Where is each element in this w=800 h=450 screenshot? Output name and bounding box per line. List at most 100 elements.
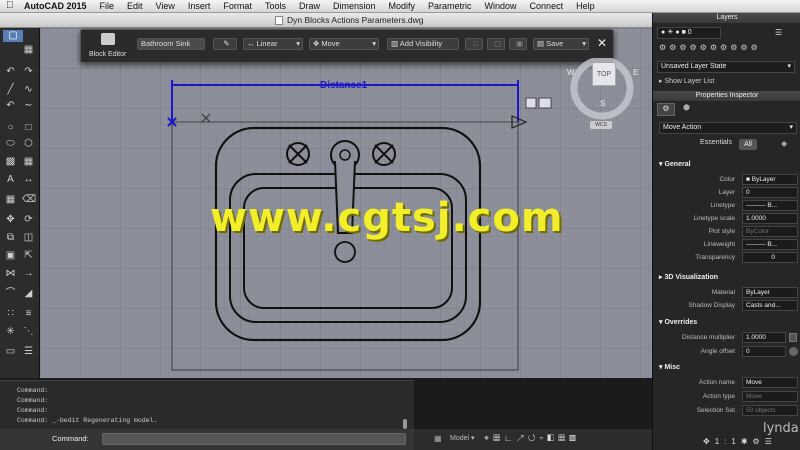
properties-icon[interactable]: ☰	[22, 346, 35, 358]
properties-tab-icon[interactable]: ⚙	[657, 103, 675, 116]
array-icon[interactable]: ∷	[4, 308, 17, 320]
menu-format[interactable]: Format	[223, 1, 252, 11]
menu-draw[interactable]: Draw	[299, 1, 320, 11]
rotate-icon[interactable]: ⟳	[22, 214, 35, 226]
chamfer-icon[interactable]: ◢	[22, 288, 35, 300]
save-button[interactable]: ▤ Save ▾	[533, 38, 589, 50]
offset-icon[interactable]: ≡	[22, 308, 35, 320]
layer-state-select[interactable]: Unsaved Layer State ▾	[657, 61, 795, 73]
prop-action-name-field[interactable]: Move	[742, 377, 798, 388]
circle-icon[interactable]: ○	[4, 122, 17, 134]
tab-essentials[interactable]: Essentials	[693, 139, 739, 150]
section-3d-visualization[interactable]: ▸ 3D Visualization	[659, 273, 718, 281]
show-layer-list[interactable]: ▸ Show Layer List	[659, 77, 714, 85]
region-icon[interactable]: ▦	[22, 156, 35, 168]
test-block-icon[interactable]: □	[465, 38, 483, 50]
menu-file[interactable]: File	[100, 1, 115, 11]
polyline-icon[interactable]: ∿	[22, 84, 35, 96]
menu-modify[interactable]: Modify	[389, 1, 416, 11]
prop-material-field[interactable]: ByLayer	[742, 287, 798, 298]
prop-angle-offset-field[interactable]: 0	[742, 346, 786, 357]
menu-window[interactable]: Window	[485, 1, 517, 11]
ellipse-icon[interactable]: ⬭	[4, 138, 17, 150]
table-icon[interactable]: ▦	[4, 194, 17, 206]
trim-icon[interactable]: ⋈	[4, 268, 17, 280]
copy-icon[interactable]: ⧉	[4, 232, 17, 244]
angle-pick-icon[interactable]	[789, 347, 798, 356]
menu-help[interactable]: Help	[576, 1, 595, 11]
attribute-icon[interactable]: ▣	[509, 38, 527, 50]
select-tool-icon[interactable]: ▢	[3, 30, 23, 42]
selection-dropdown[interactable]: Move Action ▾	[659, 122, 797, 134]
command-input[interactable]	[102, 433, 406, 445]
menu-dimension[interactable]: Dimension	[333, 1, 376, 11]
prop-transparency-field[interactable]: 0	[742, 252, 798, 263]
break-icon[interactable]: ⋱	[22, 326, 35, 338]
block-tab-icon[interactable]: ⬢	[683, 103, 697, 116]
spline-icon[interactable]: ∼	[22, 100, 35, 112]
menu-tools[interactable]: Tools	[265, 1, 286, 11]
menu-edit[interactable]: Edit	[127, 1, 143, 11]
drafting-toggles[interactable]: ⌖▦∟↗↺▿◧▦▩	[484, 433, 580, 444]
wcs-menu[interactable]: WCS	[590, 121, 612, 129]
param-type-select[interactable]: ↔ Linear ▾	[243, 38, 303, 50]
viewcube-top-face[interactable]: TOP	[592, 62, 616, 86]
redo-icon[interactable]: ↷	[22, 66, 35, 78]
extend-icon[interactable]: →	[22, 268, 35, 280]
model-tab[interactable]: Model ▾	[450, 434, 475, 442]
layout-grid-icon[interactable]: ▦	[434, 434, 444, 443]
polygon-icon[interactable]: ⬡	[22, 138, 35, 150]
section-misc[interactable]: ▾ Misc	[659, 363, 680, 371]
menu-connect[interactable]: Connect	[530, 1, 564, 11]
scrollbar[interactable]	[403, 419, 407, 429]
dimension-label[interactable]: Distance1	[320, 80, 367, 91]
add-visibility-button[interactable]: ▧ Add Visibility	[387, 38, 459, 50]
layer-tools-icon[interactable]: ⚙⚙⚙⚙⚙⚙⚙⚙⚙⚙	[659, 43, 761, 52]
arc-icon[interactable]: ↶	[4, 100, 17, 112]
scale-icon[interactable]: ▣	[4, 250, 17, 262]
prop-linetype-scale-field[interactable]: 1.0000	[742, 213, 798, 224]
apple-icon[interactable]: 	[6, 1, 16, 11]
undo-icon[interactable]: ↶	[4, 66, 17, 78]
menu-view[interactable]: View	[156, 1, 175, 11]
prop-layer-field[interactable]: 0	[742, 187, 798, 198]
fillet-icon[interactable]: ⌒	[4, 288, 17, 300]
view-cube[interactable]: TOP W E S WCS	[566, 58, 638, 130]
layer-dropdown[interactable]: ● ☀ ● ■ 0	[657, 27, 721, 39]
pick-point-icon[interactable]	[789, 333, 797, 342]
action-type-select[interactable]: ✥ Move ▾	[309, 38, 379, 50]
join-icon[interactable]: ▭	[4, 346, 17, 358]
section-general[interactable]: ▾ General	[659, 160, 691, 168]
menu-parametric[interactable]: Parametric	[428, 1, 472, 11]
menu-insert[interactable]: Insert	[188, 1, 211, 11]
layer-state-icon[interactable]: ☰	[775, 28, 782, 37]
app-name[interactable]: AutoCAD 2015	[24, 1, 87, 11]
prop-lineweight-field[interactable]: ——— B...	[742, 239, 798, 250]
block-name-field[interactable]: Bathroom Sink	[137, 38, 205, 50]
block-editor-icon[interactable]	[101, 33, 115, 45]
section-overrides[interactable]: ▾ Overrides	[659, 318, 697, 326]
parameter-icon[interactable]: ✎	[213, 38, 237, 50]
prop-color-field[interactable]: ■ ByLayer	[742, 174, 798, 185]
eraser-icon[interactable]: ⌫	[22, 194, 36, 206]
authoring-palette-icon[interactable]: ▢	[487, 38, 505, 50]
hatch-icon[interactable]: ▩	[4, 156, 17, 168]
prop-shadow-display-field[interactable]: Casts and...	[742, 300, 798, 311]
prop-distance-multiplier-field[interactable]: 1.0000	[742, 332, 786, 343]
mirror-icon[interactable]: ◫	[22, 232, 35, 244]
stretch-icon[interactable]: ⇱	[22, 250, 35, 262]
explode-icon[interactable]: ✳	[4, 326, 17, 338]
close-icon[interactable]: ✕	[595, 36, 609, 50]
line-icon[interactable]: ╱	[4, 84, 17, 96]
quick-select-icon[interactable]: ▦	[22, 44, 35, 56]
tab-all[interactable]: All	[739, 139, 757, 150]
workspace-tools[interactable]: ✥1:1✱⚙☰	[703, 437, 777, 446]
rectangle-icon[interactable]: □	[22, 122, 35, 134]
dimension-icon[interactable]: ↔	[22, 174, 35, 186]
prop-linetype-field[interactable]: ——— B...	[742, 200, 798, 211]
quick-select-icon[interactable]: ◈	[781, 139, 787, 148]
move-icon[interactable]: ✥	[4, 214, 17, 226]
text-icon[interactable]: A	[4, 174, 17, 186]
compass-west: W	[567, 68, 575, 77]
prop-selection-set-field[interactable]: 50 objects	[742, 405, 798, 416]
